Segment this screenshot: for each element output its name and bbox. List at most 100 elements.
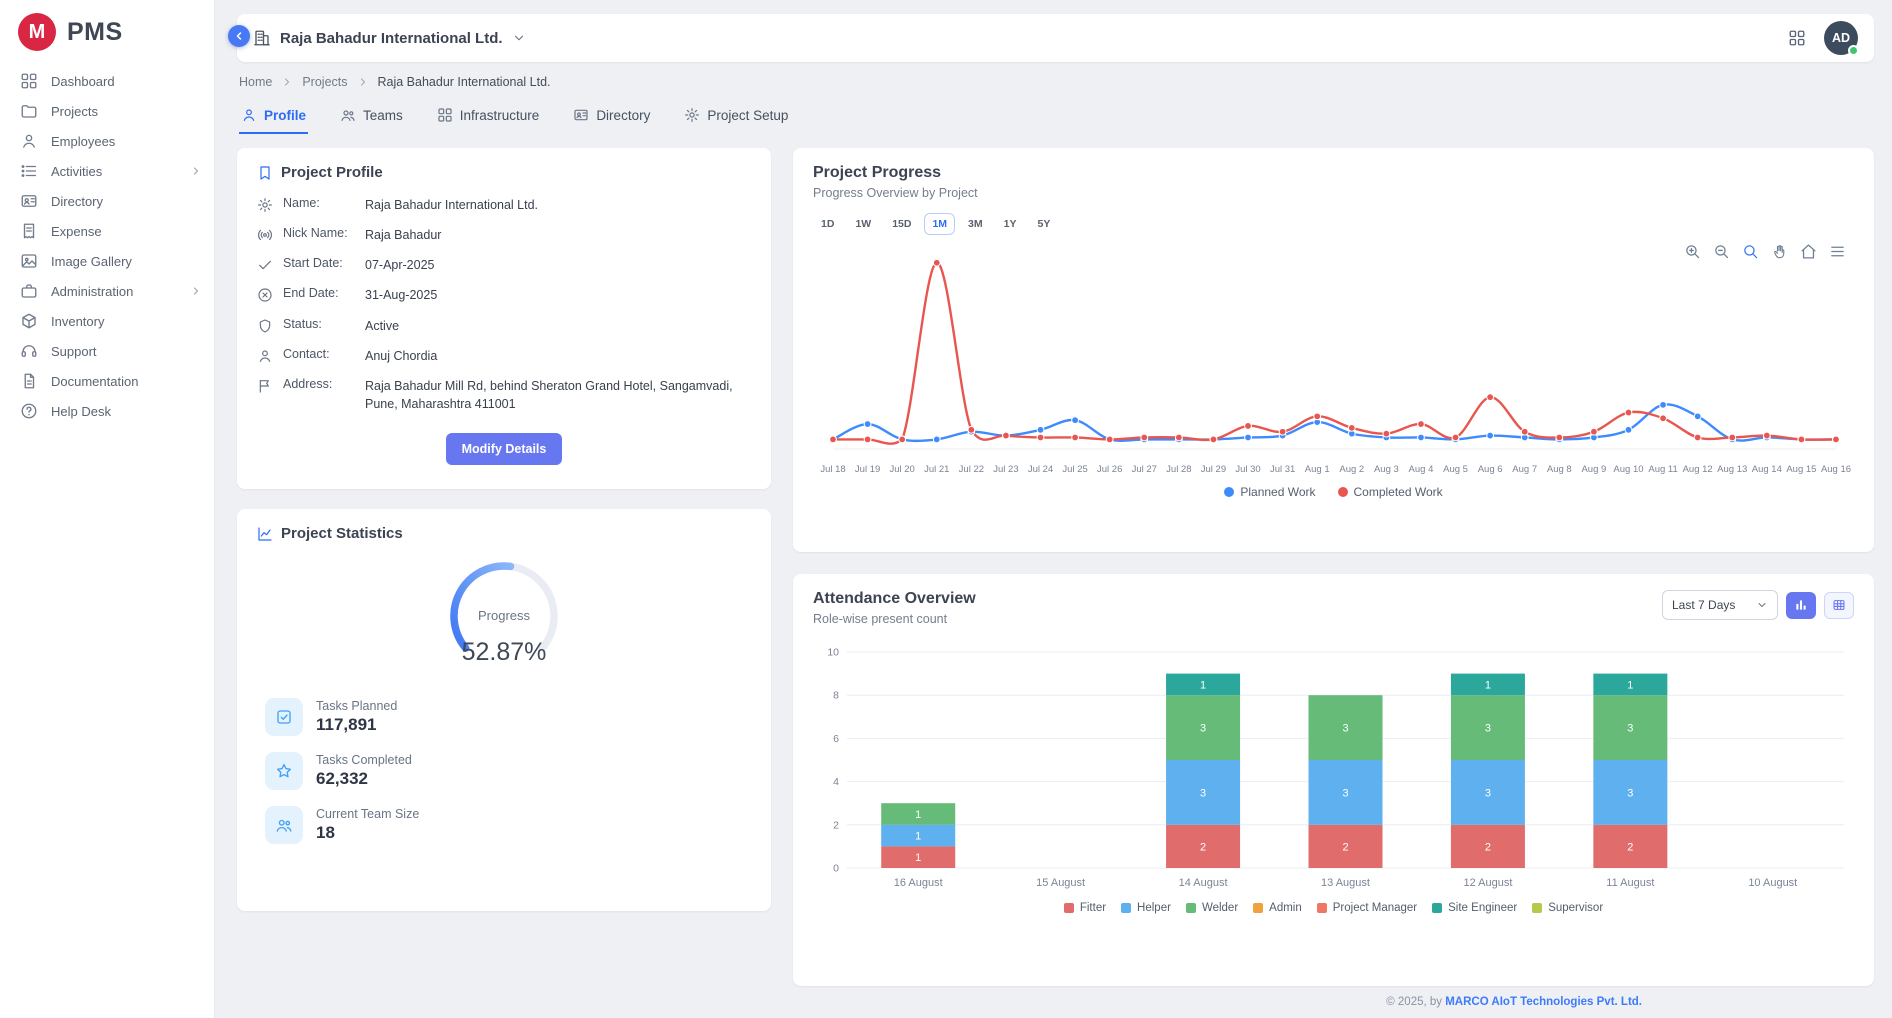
range-1m[interactable]: 1M (924, 213, 955, 235)
legend-item-admin[interactable]: Admin (1253, 902, 1302, 914)
gear-icon (684, 107, 700, 123)
svg-text:Aug 3: Aug 3 (1374, 464, 1399, 475)
sidebar-item-label: Activities (51, 164, 102, 179)
menu-icon[interactable] (1829, 243, 1846, 260)
range-1d[interactable]: 1D (813, 213, 842, 235)
svg-text:1: 1 (915, 809, 921, 821)
svg-text:13 August: 13 August (1321, 877, 1370, 889)
chevron-down-icon (1756, 599, 1768, 611)
sidebar-item-dashboard[interactable]: Dashboard (0, 66, 214, 96)
shield-icon (257, 317, 283, 334)
logo-m-icon: M (18, 13, 56, 51)
avatar[interactable]: AD (1824, 21, 1858, 55)
check-square-icon (265, 698, 303, 736)
pan-icon[interactable] (1771, 243, 1788, 260)
legend-item-fitter[interactable]: Fitter (1064, 902, 1106, 914)
attendance-chart[interactable]: 024681011116 August15 August233114 Augus… (813, 642, 1854, 894)
svg-text:2: 2 (1627, 841, 1633, 853)
sidebar-item-documentation[interactable]: Documentation (0, 366, 214, 396)
breadcrumb: Home Projects Raja Bahadur International… (239, 75, 1872, 89)
svg-text:Jul 20: Jul 20 (889, 464, 914, 475)
sidebar-item-activities[interactable]: Activities (0, 156, 214, 186)
project-progress-chart[interactable]: Jul 18Jul 19Jul 20Jul 21Jul 22Jul 23Jul … (813, 241, 1854, 481)
svg-text:Aug 10: Aug 10 (1613, 464, 1643, 475)
sidebar-item-help-desk[interactable]: Help Desk (0, 396, 214, 426)
briefcase-icon (20, 282, 38, 300)
svg-text:3: 3 (1342, 787, 1348, 799)
attendance-chart-legend: Fitter Helper Welder Admin Project Manager Si… (813, 902, 1854, 914)
date-range-select[interactable]: Last 7 Days (1662, 590, 1778, 620)
chart-toolbar (1684, 243, 1846, 260)
sidebar-collapse-button[interactable] (228, 25, 250, 47)
sidebar-item-directory[interactable]: Directory (0, 186, 214, 216)
sidebar-item-image-gallery[interactable]: Image Gallery (0, 246, 214, 276)
box-icon (20, 312, 38, 330)
field-label: End Date: (283, 286, 365, 300)
legend-item-site-engineer[interactable]: Site Engineer (1432, 902, 1517, 914)
legend-item-helper[interactable]: Helper (1121, 902, 1171, 914)
range-3m[interactable]: 3M (960, 213, 991, 235)
zoom-out-icon[interactable] (1713, 243, 1730, 260)
svg-text:8: 8 (833, 690, 839, 702)
svg-text:3: 3 (1485, 723, 1491, 735)
apps-grid-icon[interactable] (1788, 29, 1806, 47)
tab-teams[interactable]: Teams (338, 101, 405, 134)
sidebar-item-employees[interactable]: Employees (0, 126, 214, 156)
sidebar-item-support[interactable]: Support (0, 336, 214, 366)
help-circle-icon (20, 402, 38, 420)
tab-label: Project Setup (707, 108, 788, 123)
svg-text:Aug 4: Aug 4 (1409, 464, 1434, 475)
footer-company-link[interactable]: MARCO AIoT Technologies Pvt. Ltd. (1445, 996, 1642, 1008)
svg-text:Aug 14: Aug 14 (1752, 464, 1782, 475)
tab-bar: Profile Teams Infrastructure Directory P… (237, 101, 1874, 134)
svg-text:Aug 11: Aug 11 (1648, 464, 1677, 475)
app-logo[interactable]: M PMS (0, 0, 214, 62)
sidebar-item-administration[interactable]: Administration (0, 276, 214, 306)
svg-text:14 August: 14 August (1179, 877, 1228, 889)
svg-text:Aug 6: Aug 6 (1478, 464, 1503, 475)
chevron-right-icon (357, 76, 369, 88)
legend-item-supervisor[interactable]: Supervisor (1532, 902, 1603, 914)
range-1y[interactable]: 1Y (996, 213, 1025, 235)
selection-zoom-icon[interactable] (1742, 243, 1759, 260)
legend-item-completed-work[interactable]: Completed Work (1338, 485, 1443, 499)
modify-details-button[interactable]: Modify Details (446, 433, 563, 465)
svg-text:Aug 9: Aug 9 (1581, 464, 1606, 475)
svg-text:10: 10 (827, 647, 839, 659)
tab-project-setup[interactable]: Project Setup (682, 101, 790, 134)
sidebar-item-expense[interactable]: Expense (0, 216, 214, 246)
svg-text:10 August: 10 August (1748, 877, 1797, 889)
main-content: Raja Bahadur International Ltd. AD Home … (215, 0, 1892, 1018)
breadcrumb-home[interactable]: Home (239, 75, 272, 89)
svg-text:0: 0 (833, 863, 839, 875)
field-value: Active (365, 317, 751, 335)
flag-icon (257, 377, 283, 394)
field-label: Contact: (283, 347, 365, 361)
avatar-initials: AD (1832, 31, 1850, 45)
tab-directory[interactable]: Directory (571, 101, 652, 134)
legend-item-planned-work[interactable]: Planned Work (1224, 485, 1315, 499)
company-selector[interactable]: Raja Bahadur International Ltd. (253, 29, 526, 47)
svg-text:1: 1 (1485, 679, 1491, 691)
tab-infrastructure[interactable]: Infrastructure (435, 101, 542, 134)
user-icon (257, 347, 283, 364)
sidebar-item-projects[interactable]: Projects (0, 96, 214, 126)
range-1w[interactable]: 1W (847, 213, 879, 235)
range-15d[interactable]: 15D (884, 213, 919, 235)
field-label: Name: (283, 196, 365, 210)
bar-chart-view-button[interactable] (1786, 592, 1816, 619)
table-view-button[interactable] (1824, 592, 1854, 619)
sidebar-item-inventory[interactable]: Inventory (0, 306, 214, 336)
attendance-controls: Last 7 Days (1662, 590, 1854, 620)
stat-tasks-completed: Tasks Completed 62,332 (257, 752, 751, 790)
tab-profile[interactable]: Profile (239, 101, 308, 134)
home-icon[interactable] (1800, 243, 1817, 260)
breadcrumb-projects[interactable]: Projects (302, 75, 347, 89)
svg-text:2: 2 (1485, 841, 1491, 853)
range-5y[interactable]: 5Y (1029, 213, 1058, 235)
topbar: Raja Bahadur International Ltd. AD (237, 14, 1874, 62)
zoom-in-icon[interactable] (1684, 243, 1701, 260)
legend-item-project-manager[interactable]: Project Manager (1317, 902, 1417, 914)
legend-item-welder[interactable]: Welder (1186, 902, 1238, 914)
svg-text:Jul 27: Jul 27 (1132, 464, 1157, 475)
